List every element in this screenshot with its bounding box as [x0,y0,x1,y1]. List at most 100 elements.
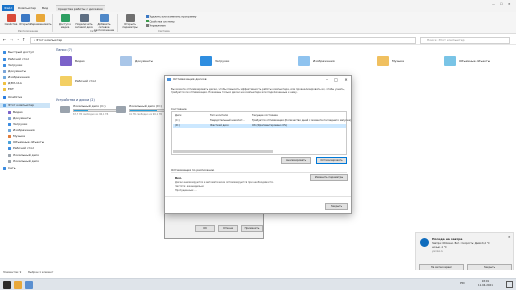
app-icon[interactable] [25,281,33,289]
dialog-close-icon[interactable]: ✕ [342,76,350,83]
weather-notification[interactable]: Погода на завтра Завтра: Облачно. Вет.: … [415,232,514,272]
folder-icon [3,166,6,170]
drives-section-header[interactable]: Устройства и диски (2) [56,98,95,102]
sidebar-item[interactable]: Загрузки [8,122,27,127]
tab-disk-tools[interactable]: Средства работы с дисками [56,5,105,11]
sidebar-item[interactable]: OneDrive [3,95,22,100]
dialog-minimize-icon[interactable]: – [323,76,331,83]
folder-icon [60,76,72,86]
optimize-button[interactable]: Оптимизировать [316,157,347,164]
sidebar-item[interactable]: Локальный диск [8,153,39,158]
folders-section-header[interactable]: Папки (7) [56,48,72,52]
cancel-button[interactable]: Отмена [218,225,238,232]
sidebar-item-label: ДЗМ-11А [8,81,22,85]
sidebar-item[interactable]: Сеть [3,166,15,171]
sidebar-item[interactable]: ДЗМ-11А [3,81,22,86]
folder-item[interactable]: Изображения [298,56,358,70]
folder-icon [8,116,11,120]
folder-icon [3,63,6,67]
system-properties-label: Свойства системы [149,20,175,23]
group-separator [52,14,53,32]
sidebar-item-label: Локальный диск [13,153,40,157]
network-drive-label: Подключить сетевой диск [74,23,94,29]
uninstall-label: Удалить или изменить программу [149,15,197,19]
close-button[interactable]: Закрыть [325,203,348,210]
analyze-button[interactable]: Анализировать [281,157,311,164]
sidebar-item[interactable]: Объемные объекты [8,140,44,145]
folder-icon [8,122,11,126]
tab-view[interactable]: Вид [40,5,50,11]
sidebar-item[interactable]: Рабочий стол [3,57,29,62]
uninstall-program-link[interactable]: Удалить или изменить программу [146,15,196,20]
start-icon[interactable] [3,281,11,289]
sidebar-item[interactable]: Этот компьютер [0,103,50,108]
apply-button[interactable]: Применить [241,225,263,232]
manage-link[interactable]: Управление [146,24,196,29]
ribbon: Свойства Открыть Переименовать Доступ к … [0,12,516,34]
folder-item[interactable]: Видео [60,56,120,70]
sidebar-item[interactable]: Документы [3,69,26,74]
horizontal-scrollbar[interactable] [173,150,273,153]
address-field[interactable]: › Этот компьютер [30,37,416,44]
sidebar-item-label: Загрузки [13,122,28,126]
network-location-button[interactable]: Добавить сетевое расположение [94,14,114,32]
search-input[interactable]: Поиск: Этот компьютер [420,37,510,44]
dialog-maximize-icon[interactable]: □ [332,76,340,83]
sidebar-item[interactable]: Музыка [8,134,25,139]
explorer-icon[interactable] [14,281,22,289]
folder-item[interactable]: Рабочий стол [60,76,120,90]
sidebar-item[interactable]: Видео [8,110,23,115]
close-icon[interactable]: ✕ [508,2,511,6]
clock[interactable]: 18:01 11.04.2021 [478,280,493,287]
ok-button[interactable]: ОК [195,225,215,232]
column-header-state[interactable]: Текущее состояние [252,114,278,117]
folder-icon [3,50,6,54]
folder-icon [3,95,6,99]
tab-file[interactable]: Файл [2,5,15,11]
folder-item[interactable]: Музыка [377,56,437,70]
forward-arrow-icon[interactable]: → [10,37,13,42]
folder-label: Музыка [392,59,404,63]
rename-button[interactable]: Переименовать [30,14,51,26]
table-row[interactable]: (C:) Твердотельный накопит... Требуется … [173,119,351,123]
column-header-disk[interactable]: Диск [175,114,181,117]
status-bar: Элементов: 9 Выбран 1 элемент [0,270,516,276]
sidebar-item[interactable]: Быстрый доступ [3,50,34,55]
network-drive-button[interactable]: Подключить сетевой диск [74,14,94,29]
folder-icon [8,110,11,114]
tab-computer[interactable]: Компьютер [16,5,38,11]
open-settings-button[interactable]: Открыть параметры [120,14,140,29]
notification-icon[interactable] [506,281,513,288]
folder-icon [3,69,6,73]
group-separator [117,14,118,32]
drives-table: Диск Тип носителя Текущее состояние (C:)… [171,111,351,155]
recent-chevron-icon[interactable]: ⌄ [17,37,20,41]
folder-icon [8,140,11,144]
sidebar-item[interactable]: ЕКТ [3,87,14,92]
folder-icon [3,81,6,85]
column-header-media[interactable]: Тип носителя [210,114,228,117]
folder-item[interactable]: Объемные объекты [444,56,504,70]
up-arrow-icon[interactable]: ↑ [22,37,25,42]
sidebar-item[interactable]: Изображения [8,128,35,133]
media-button[interactable]: Доступ к медиа [55,14,75,29]
group-label-location: Расположение [18,30,39,33]
sidebar-item[interactable]: Изображения [3,75,30,80]
language-indicator[interactable]: РУС [460,282,465,285]
folder-item[interactable]: Документы [120,56,180,70]
sidebar-item[interactable]: Рабочий стол [8,146,34,151]
minimize-icon[interactable]: — [492,2,495,6]
drive-label: Локальный диск (D:) [129,104,162,108]
back-arrow-icon[interactable]: ← [3,37,6,42]
change-settings-button[interactable]: Изменить параметры [310,174,348,181]
sidebar-item[interactable]: Локальный диск [8,159,39,164]
toast-close-icon[interactable]: ✕ [508,235,511,239]
dialog-title-text: Оптимизация дисков [173,77,207,81]
table-row[interactable]: (D:) Жесткий диск ОК (Фрагментировано 0%… [173,124,346,128]
sidebar-item-label: Изображения [8,75,30,79]
folder-item[interactable]: Загрузки [200,56,260,70]
sidebar-item[interactable]: Загрузки [3,63,22,68]
scheduled-state: Вкл. [175,176,183,180]
sidebar-item[interactable]: Документы [8,116,31,121]
maximize-icon[interactable]: ☐ [500,2,503,6]
